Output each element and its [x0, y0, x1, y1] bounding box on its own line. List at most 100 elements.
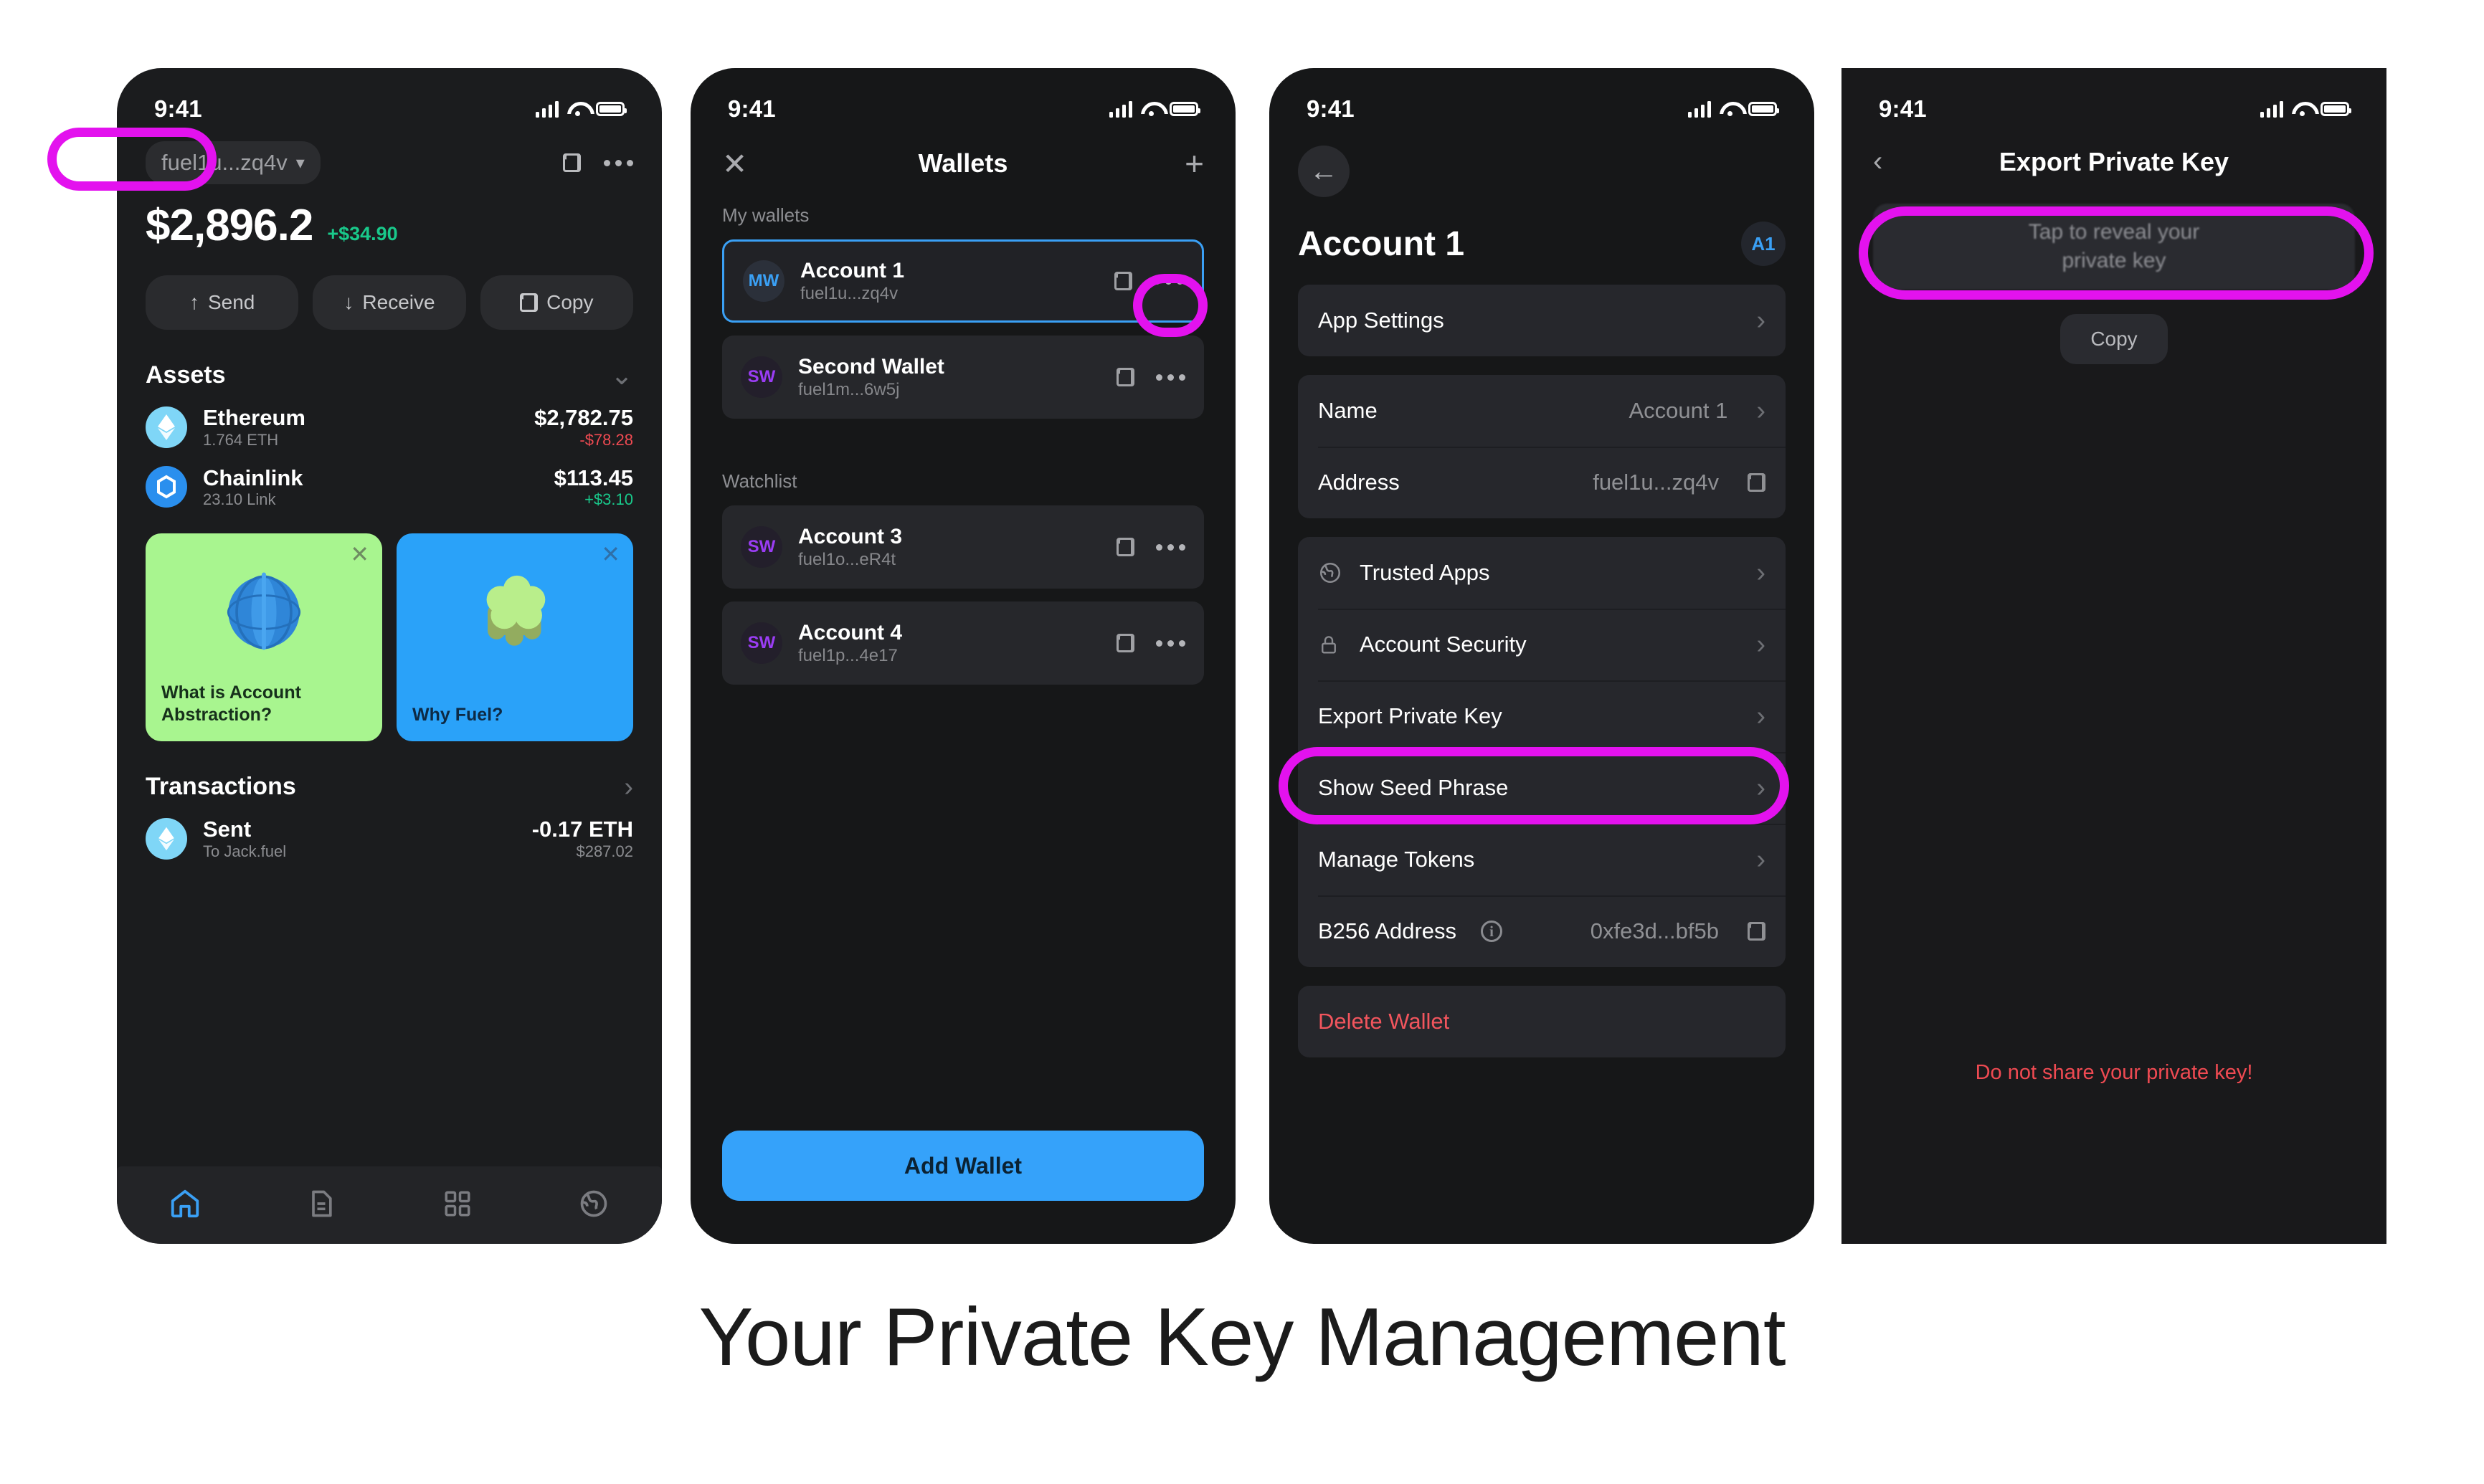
copy-icon[interactable] — [1117, 634, 1134, 652]
chevron-right-icon: › — [1756, 396, 1765, 426]
row-show-seed-phrase[interactable]: Show Seed Phrase › — [1298, 752, 1786, 824]
more-options-icon[interactable] — [1154, 277, 1183, 285]
row-value: Account 1 — [1629, 398, 1728, 423]
row-app-settings[interactable]: App Settings › — [1298, 285, 1786, 356]
tab-home[interactable] — [117, 1187, 253, 1224]
copy-icon[interactable] — [1748, 922, 1765, 941]
account-badge: A1 — [1741, 222, 1786, 266]
copy-button[interactable]: Copy — [2060, 314, 2168, 364]
promo-card[interactable]: ✕ Why Fuel? — [397, 533, 633, 742]
tab-apps[interactable] — [389, 1189, 526, 1222]
reveal-private-key-box[interactable]: Tap to reveal your private key — [1873, 204, 2355, 290]
wallets-nav-bar: ✕ Wallets + — [691, 134, 1236, 183]
asset-amount: 1.764 ETH — [203, 430, 279, 449]
chevron-left-icon[interactable]: ‹ — [1873, 146, 1882, 178]
close-icon[interactable]: ✕ — [722, 146, 747, 181]
add-wallet-button[interactable]: Add Wallet — [722, 1131, 1204, 1201]
tab-activity[interactable] — [253, 1188, 389, 1223]
tab-browser[interactable] — [526, 1188, 662, 1223]
back-button[interactable]: ← — [1298, 146, 1350, 197]
chevron-down-icon[interactable]: ⌄ — [610, 362, 633, 389]
wifi-icon — [1141, 102, 1161, 117]
more-options-icon[interactable] — [604, 159, 633, 166]
cellular-signal-icon — [1687, 100, 1711, 118]
copy-icon[interactable] — [1114, 272, 1132, 290]
wallet-row-account-3[interactable]: SW Account 3 fuel1o...eR4t — [722, 505, 1204, 589]
wallet-address: fuel1m...6w5j — [798, 380, 900, 399]
send-label: Send — [207, 291, 255, 313]
status-indicators — [2260, 100, 2351, 118]
row-manage-tokens[interactable]: Manage Tokens › — [1298, 824, 1786, 895]
receive-button[interactable]: ↓ Receive — [313, 275, 466, 330]
send-button[interactable]: ↑ Send — [146, 275, 299, 330]
copy-icon[interactable] — [1117, 368, 1134, 386]
reveal-line-2: private key — [2062, 249, 2166, 272]
chevron-right-icon: › — [1756, 773, 1765, 803]
page-caption: Your Private Key Management — [698, 1292, 1786, 1383]
wallet-address: fuel1u...zq4v — [800, 284, 899, 303]
wallet-name: Second Wallet — [798, 355, 944, 379]
wallet-address: fuel1o...eR4t — [798, 550, 896, 569]
quick-actions: ↑ Send ↓ Receive Copy — [117, 251, 662, 330]
status-bar: 9:41 — [1269, 68, 1814, 134]
copy-button[interactable]: Copy — [480, 275, 633, 330]
private-key-warning: Do not share your private key! — [1975, 1061, 2253, 1084]
row-export-private-key[interactable]: Export Private Key › — [1298, 680, 1786, 752]
row-label: Show Seed Phrase — [1318, 775, 1509, 800]
wallet-row-account-1[interactable]: MW Account 1 fuel1u...zq4v — [722, 239, 1204, 323]
promo-card-title: What is Account Abstraction? — [161, 682, 301, 725]
row-account-security[interactable]: Account Security › — [1298, 609, 1786, 680]
arrow-left-icon: ← — [1309, 155, 1338, 187]
status-bar: 9:41 — [1841, 68, 2386, 134]
promo-card[interactable]: ✕ What is Account Abstraction? — [146, 533, 382, 742]
phone-export-private-key-screen: 9:41 ‹ Export Private Key Tap to reveal … — [1841, 68, 2386, 1244]
asset-value: $2,782.75 — [534, 405, 633, 430]
chevron-right-icon: › — [1756, 845, 1765, 875]
battery-icon — [1748, 102, 1779, 116]
globe-icon — [578, 1188, 610, 1223]
wallet-row-second-wallet[interactable]: SW Second Wallet fuel1m...6w5j — [722, 336, 1204, 419]
more-options-icon[interactable] — [1156, 639, 1185, 647]
promo-cards: ✕ What is Account Abstraction? ✕ Why Fue… — [117, 509, 662, 742]
asset-row[interactable]: Ethereum 1.764 ETH $2,782.75 -$78.28 — [117, 389, 662, 450]
wifi-icon — [1720, 102, 1740, 117]
wallet-row-account-4[interactable]: SW Account 4 fuel1p...4e17 — [722, 601, 1204, 685]
settings-group-security: Trusted Apps › Account Security › Export… — [1298, 537, 1786, 967]
close-icon[interactable]: ✕ — [601, 541, 620, 568]
plus-icon[interactable]: + — [1185, 144, 1204, 183]
row-address[interactable]: Address fuel1u...zq4v — [1298, 447, 1786, 518]
row-name[interactable]: Name Account 1 › — [1298, 375, 1786, 447]
copy-icon[interactable] — [563, 153, 581, 172]
close-icon[interactable]: ✕ — [350, 541, 369, 568]
ethereum-icon — [146, 406, 187, 448]
page-title: Wallets — [918, 148, 1008, 178]
copy-label: Copy — [546, 291, 594, 313]
document-icon — [305, 1188, 337, 1223]
row-value: fuel1u...zq4v — [1593, 470, 1719, 495]
address-selector-pill[interactable]: fuel1u...zq4v ▾ — [146, 141, 321, 184]
status-time: 9:41 — [1879, 95, 1927, 122]
wallet-name: Account 4 — [798, 621, 903, 645]
more-options-icon[interactable] — [1156, 543, 1185, 551]
total-balance: $2,896.2 — [146, 201, 313, 250]
copy-icon[interactable] — [1117, 538, 1134, 556]
chevron-right-icon: › — [1756, 558, 1765, 588]
cellular-signal-icon — [2260, 100, 2283, 118]
promo-card-title: Why Fuel? — [412, 704, 503, 725]
row-label: Trusted Apps — [1360, 560, 1490, 585]
export-nav-bar: ‹ Export Private Key — [1841, 134, 2386, 178]
row-delete-wallet[interactable]: Delete Wallet — [1298, 986, 1786, 1057]
asset-row[interactable]: Chainlink 23.10 Link $113.45 +$3.10 — [117, 450, 662, 510]
settings-group-danger: Delete Wallet — [1298, 986, 1786, 1057]
row-trusted-apps[interactable]: Trusted Apps › — [1298, 537, 1786, 609]
receive-label: Receive — [362, 291, 435, 313]
row-b256-address[interactable]: B256 Address i 0xfe3d...bf5b — [1298, 895, 1786, 967]
chevron-right-icon[interactable]: › — [624, 774, 633, 801]
wallet-name: Account 3 — [798, 525, 903, 548]
more-options-icon[interactable] — [1156, 374, 1185, 381]
transaction-row[interactable]: Sent To Jack.fuel -0.17 ETH $287.02 — [117, 801, 662, 861]
reveal-line-1: Tap to reveal your — [2028, 219, 2200, 244]
status-time: 9:41 — [154, 95, 202, 122]
info-icon[interactable]: i — [1481, 921, 1503, 942]
copy-icon[interactable] — [1748, 473, 1765, 492]
